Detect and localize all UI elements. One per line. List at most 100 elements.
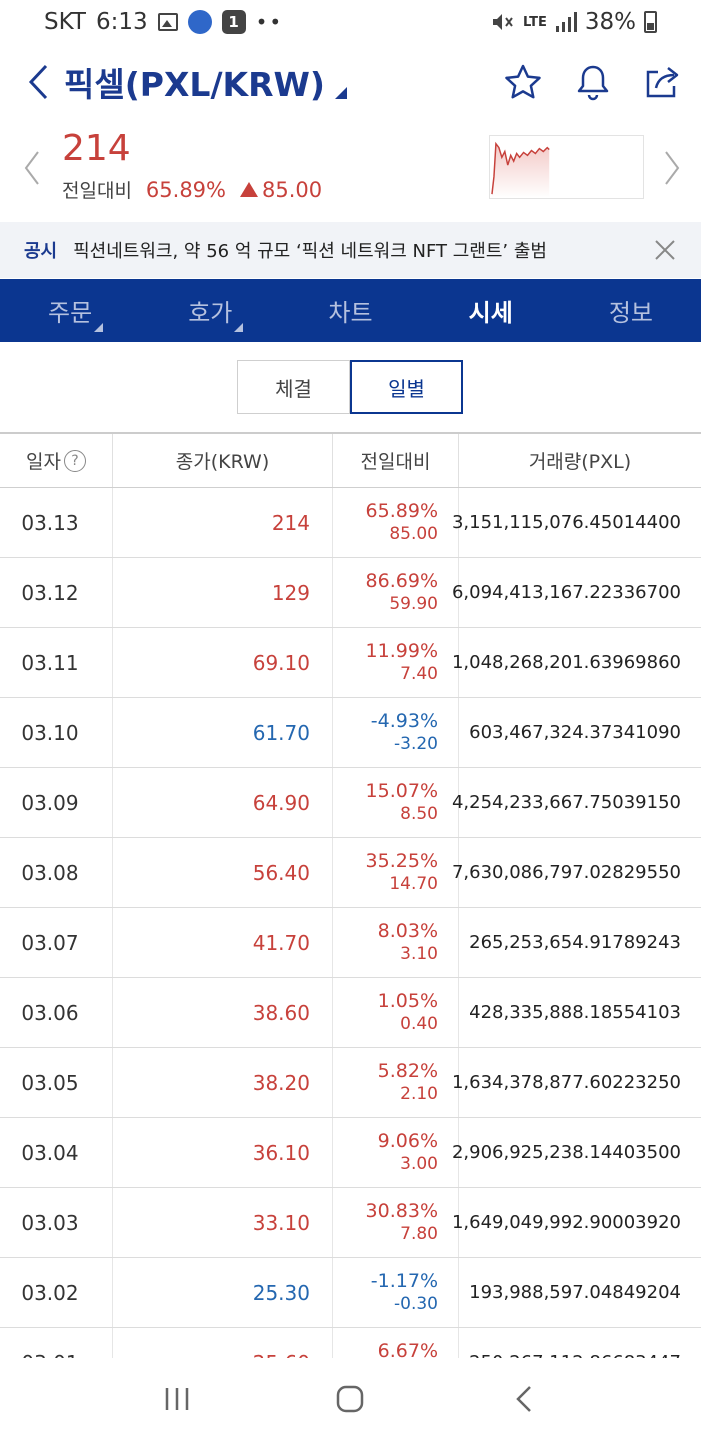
table-row[interactable]: 03.11 69.10 11.99% 7.40 1,048,268,201.639698…	[0, 628, 701, 698]
page-title[interactable]: 픽셀(PXL/KRW)	[64, 58, 325, 106]
more-notifications-icon: ••	[255, 10, 284, 34]
disclosure-text[interactable]: 픽션네트워크, 약 56 억 규모 ‘픽션 네트워크 NFT 그랜트’ 출범	[73, 237, 547, 263]
segment-daily[interactable]: 일별	[350, 360, 463, 414]
table-row[interactable]: 03.03 33.10 30.83% 7.80 1,649,049,992.900039…	[0, 1188, 701, 1258]
row-volume: 1,634,378,877.60223250	[451, 1072, 681, 1093]
row-change: 9.06% 3.00	[333, 1118, 459, 1187]
back-nav-button[interactable]	[504, 1379, 544, 1419]
table-row[interactable]: 03.02 25.30 -1.17% -0.30 193,988,597.0484920…	[0, 1258, 701, 1328]
back-button[interactable]	[18, 57, 58, 107]
header-volume: 거래량(PXL)	[528, 451, 632, 473]
row-close-price: 56.40	[113, 838, 333, 907]
row-volume: 1,649,049,992.90003920	[451, 1212, 681, 1233]
row-change-percent: 86.69%	[365, 570, 438, 592]
table-header: 일자? 종가(KRW) 전일대비 거래량(PXL)	[0, 434, 701, 488]
row-date: 03.13	[0, 488, 113, 557]
row-date: 03.09	[0, 768, 113, 837]
share-button[interactable]	[643, 62, 683, 102]
tab-chart[interactable]: 차트	[280, 279, 420, 342]
gallery-icon	[157, 13, 178, 31]
close-icon[interactable]	[653, 238, 677, 262]
change-amount: 85.00	[262, 178, 323, 202]
row-volume: 3,151,115,076.45014400	[451, 512, 681, 533]
table-row[interactable]: 03.08 56.40 35.25% 14.70 7,630,086,797.02829…	[0, 838, 701, 908]
table-row[interactable]: 03.06 38.60 1.05% 0.40 428,335,888.18554103	[0, 978, 701, 1048]
change-percent: 65.89%	[145, 178, 226, 202]
chevron-left-icon	[28, 64, 48, 100]
daily-quotes-table[interactable]: 일자? 종가(KRW) 전일대비 거래량(PXL) 03.13 214 65.89%…	[0, 432, 701, 1358]
tab-label: 차트	[328, 299, 373, 327]
caret-down-icon[interactable]	[334, 87, 347, 99]
row-change-percent: 30.83%	[365, 1200, 438, 1222]
table-row[interactable]: 03.0125.606.67%1.60250,267,112.86683447	[0, 1328, 701, 1358]
row-change: 11.99% 7.40	[333, 628, 459, 697]
disclosure-tag: 공시	[24, 241, 58, 262]
home-icon	[337, 1385, 364, 1413]
row-date: 03.01	[0, 1328, 113, 1358]
recent-apps-icon	[165, 1388, 189, 1410]
submenu-corner-icon	[234, 323, 244, 332]
quote-type-toggle: 체결 일별	[237, 360, 463, 414]
row-date: 03.04	[0, 1118, 113, 1187]
row-close-price: 41.70	[113, 908, 333, 977]
next-coin-icon[interactable]	[662, 148, 682, 188]
mini-price-chart[interactable]	[489, 135, 644, 199]
recent-apps-button[interactable]	[157, 1379, 197, 1419]
row-close-price: 25.60	[113, 1328, 333, 1358]
row-change-amount: 7.80	[400, 1223, 438, 1244]
row-date: 03.02	[0, 1258, 113, 1327]
alert-button[interactable]	[573, 62, 613, 102]
table-row[interactable]: 03.13 214 65.89% 85.00 3,151,115,076.4501440…	[0, 488, 701, 558]
tab-orderbook[interactable]: 호가	[140, 279, 280, 342]
up-triangle-icon	[240, 182, 258, 197]
row-close-price: 214	[113, 488, 333, 557]
table-row[interactable]: 03.04 36.10 9.06% 3.00 2,906,925,238.1440350…	[0, 1118, 701, 1188]
price-summary: 214 전일대비 65.89% 85.00	[0, 120, 701, 220]
row-volume: 7,630,086,797.02829550	[451, 862, 681, 883]
table-row[interactable]: 03.09 64.90 15.07% 8.50 4,254,233,667.750391…	[0, 768, 701, 838]
tab-info[interactable]: 정보	[561, 279, 701, 342]
tab-order[interactable]: 주문	[0, 279, 140, 342]
row-change-percent: 11.99%	[365, 640, 438, 662]
segment-trades[interactable]: 체결	[237, 360, 350, 414]
battery-icon	[644, 11, 657, 33]
row-change-percent: 5.82%	[377, 1060, 438, 1082]
row-date: 03.07	[0, 908, 113, 977]
header-diff: 전일대비	[333, 434, 459, 487]
row-change: 65.89% 85.00	[333, 488, 459, 557]
status-bar: SKT 6:13 1 •• LTE 38%	[0, 0, 701, 44]
row-close-price: 36.10	[113, 1118, 333, 1187]
favorite-button[interactable]	[503, 62, 543, 102]
network-type: LTE	[522, 14, 547, 30]
tab-label: 주문	[48, 299, 93, 327]
back-arrow-icon	[516, 1386, 532, 1412]
row-date: 03.12	[0, 558, 113, 627]
row-date: 03.11	[0, 628, 113, 697]
table-row[interactable]: 03.07 41.70 8.03% 3.10 265,253,654.91789243	[0, 908, 701, 978]
row-change-amount: 3.00	[400, 1153, 438, 1174]
row-change: 30.83% 7.80	[333, 1188, 459, 1257]
row-change: 6.67%1.60	[333, 1328, 459, 1358]
prev-coin-icon[interactable]	[22, 148, 42, 188]
signal-icon	[555, 12, 577, 32]
table-row[interactable]: 03.10 61.70 -4.93% -3.20 603,467,324.3734109…	[0, 698, 701, 768]
row-change: 1.05% 0.40	[333, 978, 459, 1047]
disclosure-banner[interactable]: 공시 픽션네트워크, 약 56 억 규모 ‘픽션 네트워크 NFT 그랜트’ 출…	[0, 222, 701, 278]
row-date: 03.10	[0, 698, 113, 767]
notification-count-badge: 1	[221, 10, 246, 34]
row-change-amount: -0.30	[394, 1293, 438, 1314]
row-change-amount: 7.40	[400, 663, 438, 684]
row-volume: 250,267,112.86683447	[459, 1328, 701, 1358]
row-change-percent: 8.03%	[377, 920, 438, 942]
row-volume: 428,335,888.18554103	[469, 1002, 681, 1023]
row-change: -4.93% -3.20	[333, 698, 459, 767]
change-label: 전일대비	[62, 180, 132, 202]
header-close: 종가(KRW)	[113, 434, 333, 487]
clock: 6:13	[95, 9, 148, 35]
tab-quotes[interactable]: 시세	[421, 279, 561, 342]
help-icon[interactable]: ?	[63, 449, 86, 472]
home-button[interactable]	[330, 1379, 370, 1419]
row-volume: 1,048,268,201.63969860	[451, 652, 681, 673]
table-row[interactable]: 03.12 129 86.69% 59.90 6,094,413,167.2233670…	[0, 558, 701, 628]
table-row[interactable]: 03.05 38.20 5.82% 2.10 1,634,378,877.6022325…	[0, 1048, 701, 1118]
